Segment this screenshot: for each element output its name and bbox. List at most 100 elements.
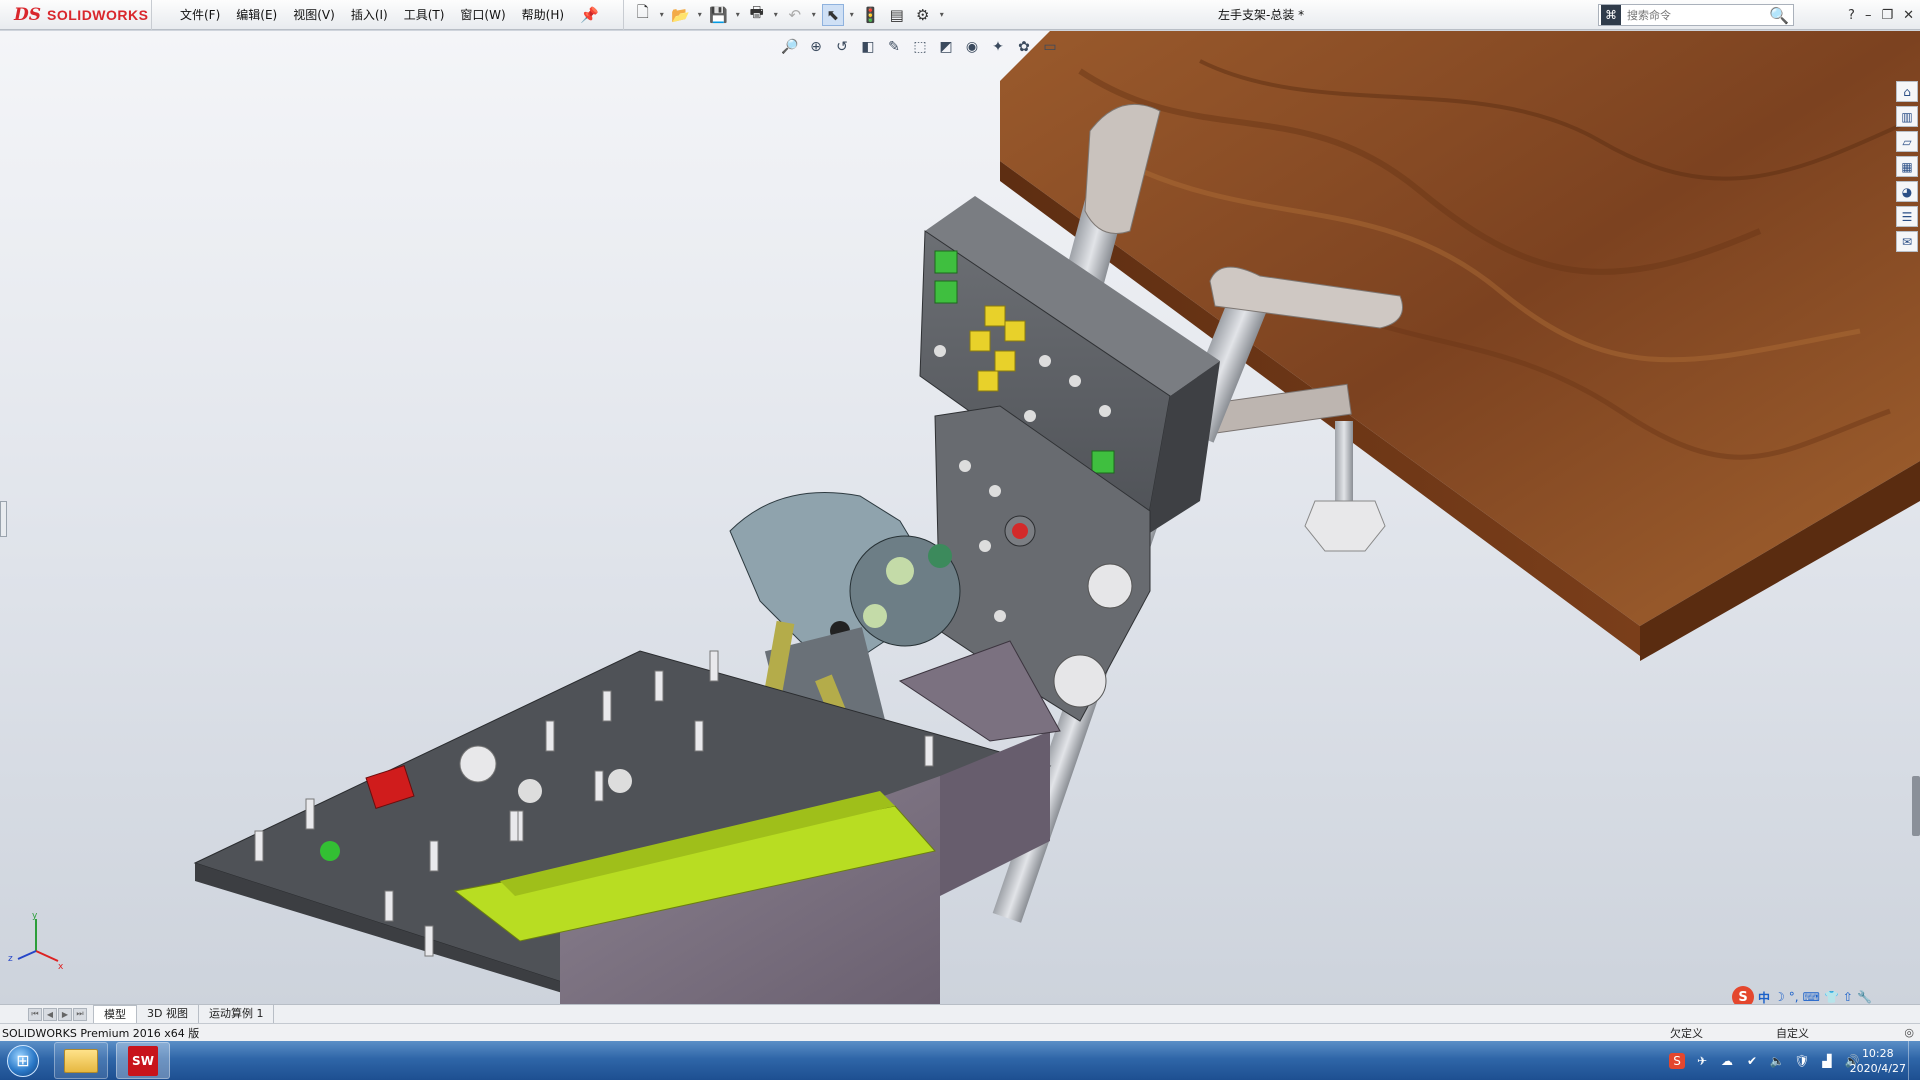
feature-manager-expand-handle[interactable] xyxy=(0,501,7,537)
title-bar: DS SOLIDWORKS 文件(F) 编辑(E) 视图(V) 插入(I) 工具… xyxy=(0,0,1920,30)
ime-punctuation-icon[interactable]: °, xyxy=(1789,990,1799,1004)
select-icon[interactable]: ⬉ xyxy=(821,3,844,26)
command-search-icon[interactable]: ⌘ xyxy=(1601,5,1621,25)
ime-upload-icon[interactable]: ⇧ xyxy=(1843,990,1853,1004)
menu-edit[interactable]: 编辑(E) xyxy=(228,0,285,30)
new-dropdown-icon[interactable]: ▾ xyxy=(658,10,666,19)
hide-show-icon[interactable]: ◉ xyxy=(962,37,982,57)
tab-model[interactable]: 模型 xyxy=(93,1005,137,1023)
status-help-icon[interactable]: ◎ xyxy=(1904,1026,1914,1039)
search-icon[interactable]: 🔍 xyxy=(1769,6,1789,25)
folder-icon xyxy=(64,1048,98,1073)
design-library-icon[interactable]: ▥ xyxy=(1896,106,1918,127)
solidworks-logo[interactable]: DS SOLIDWORKS xyxy=(0,0,152,30)
heads-up-view-toolbar: 🔎 ⊕ ↺ ◧ ✎ ⬚ ◩ ◉ ✦ ✿ ▭ xyxy=(780,37,1060,57)
ime-moon-icon[interactable]: ☽ xyxy=(1774,990,1785,1004)
prev-tab-arrow-icon[interactable]: ◀ xyxy=(43,1007,57,1021)
file-properties-icon[interactable]: ▤ xyxy=(886,4,908,26)
graphics-area[interactable]: 🔎 ⊕ ↺ ◧ ✎ ⬚ ◩ ◉ ✦ ✿ ▭ ⌂ ▥ ▱ ▦ ◕ ☰ ✉ y x … xyxy=(0,31,1920,1006)
restore-button[interactable]: ❐ xyxy=(1881,8,1893,23)
undo-dropdown-icon[interactable]: ▾ xyxy=(810,10,818,19)
section-view-icon[interactable]: ◧ xyxy=(858,37,878,57)
last-tab-arrow-icon[interactable]: ⏭ xyxy=(73,1007,87,1021)
document-title: 左手支架-总装 * xyxy=(1218,8,1305,22)
open-dropdown-icon[interactable]: ▾ xyxy=(696,10,704,19)
dynamic-annotation-icon[interactable]: ✎ xyxy=(884,37,904,57)
show-desktop-button[interactable] xyxy=(1908,1041,1920,1080)
previous-view-icon[interactable]: ↺ xyxy=(832,37,852,57)
lower-console[interactable] xyxy=(193,650,1052,1006)
network-icon[interactable]: ▟ xyxy=(1819,1053,1835,1069)
menu-tools[interactable]: 工具(T) xyxy=(396,0,453,30)
ime-tools-icon[interactable]: 🔧 xyxy=(1857,990,1872,1004)
options-dropdown-icon[interactable]: ▾ xyxy=(938,10,946,19)
unit-system-selector[interactable]: 自定义 xyxy=(1776,1025,1809,1041)
triad-y-label: y xyxy=(32,911,38,921)
edit-appearance-icon[interactable]: ✦ xyxy=(988,37,1008,57)
clock-date: 2020/4/27 xyxy=(1849,1061,1906,1075)
view-orientation-icon[interactable]: ⬚ xyxy=(910,37,930,57)
menu-window[interactable]: 窗口(W) xyxy=(452,0,513,30)
ime-mode-toggle[interactable]: 中 xyxy=(1758,989,1770,1006)
view-palette-icon[interactable]: ▦ xyxy=(1896,156,1918,177)
security-shield-icon[interactable]: 🛡 xyxy=(1794,1053,1810,1069)
taskbar-clock[interactable]: 10:28 2020/4/27 xyxy=(1850,1041,1906,1080)
definition-status: 欠定义 xyxy=(1670,1026,1703,1040)
cloud-icon[interactable]: ☁ xyxy=(1719,1053,1735,1069)
menu-help[interactable]: 帮助(H) xyxy=(514,0,572,30)
clock-time: 10:28 xyxy=(1861,1046,1894,1060)
minimize-button[interactable]: – xyxy=(1865,8,1872,23)
menu-view[interactable]: 视图(V) xyxy=(285,0,343,30)
select-dropdown-icon[interactable]: ▾ xyxy=(848,10,856,19)
search-command-box[interactable]: ⌘ 🔍 xyxy=(1598,4,1794,26)
solidworks-app-icon: SW xyxy=(128,1045,158,1076)
save-dropdown-icon[interactable]: ▾ xyxy=(734,10,742,19)
quick-access-toolbar: 🗋 ▾ 📂 ▾ 💾 ▾ 🖶 ▾ ↶ ▾ ⬉ ▾ 🚦 ▤ ⚙ ▾ xyxy=(622,0,946,30)
tab-motion-study[interactable]: 运动算例 1 xyxy=(199,1005,275,1023)
volume-icon[interactable]: 🔈 xyxy=(1769,1053,1785,1069)
options-icon[interactable]: ⚙ xyxy=(912,4,934,26)
zoom-to-fit-icon[interactable]: 🔎 xyxy=(780,37,800,57)
new-icon[interactable]: 🗋 xyxy=(632,3,654,26)
print-icon[interactable]: 🖶 xyxy=(746,3,768,26)
help-button[interactable]: ? xyxy=(1848,8,1855,23)
search-input[interactable] xyxy=(1627,8,1757,22)
print-dropdown-icon[interactable]: ▾ xyxy=(772,10,780,19)
sogou-tray-icon[interactable]: S xyxy=(1669,1052,1685,1069)
menu-file[interactable]: 文件(F) xyxy=(172,0,228,30)
taskbar-file-explorer[interactable] xyxy=(54,1042,108,1079)
first-tab-arrow-icon[interactable]: ⏮ xyxy=(28,1007,42,1021)
ime-keyboard-icon[interactable]: ⌨ xyxy=(1803,990,1820,1004)
product-version-label: SOLIDWORKS Premium 2016 x64 版 xyxy=(2,1026,200,1040)
file-explorer-icon[interactable]: ▱ xyxy=(1896,131,1918,152)
save-icon[interactable]: 💾 xyxy=(708,4,730,26)
display-style-icon[interactable]: ◩ xyxy=(936,37,956,57)
forum-icon[interactable]: ✉ xyxy=(1896,231,1918,252)
view-settings-icon[interactable]: ▭ xyxy=(1040,37,1060,57)
tab-3d-view[interactable]: 3D 视图 xyxy=(137,1005,199,1023)
open-icon[interactable]: 📂 xyxy=(670,4,692,26)
triad-x-label: x xyxy=(58,962,64,971)
bottom-tab-bar: ⏮ ◀ ▶ ⏭ 模型 3D 视图 运动算例 1 xyxy=(0,1004,1920,1023)
zoom-area-icon[interactable]: ⊕ xyxy=(806,37,826,57)
appearances-icon[interactable]: ◕ xyxy=(1896,181,1918,202)
rebuild-icon[interactable]: 🚦 xyxy=(860,4,882,26)
ds-logo-mark: DS xyxy=(14,4,42,25)
pin-menu-icon[interactable]: 📌 xyxy=(580,6,599,24)
start-button[interactable]: ⊞ xyxy=(0,1041,46,1080)
task-pane-tabs: ⌂ ▥ ▱ ▦ ◕ ☰ ✉ xyxy=(1896,81,1918,252)
tray-app-icon[interactable]: ✈ xyxy=(1694,1053,1710,1069)
assembly-model-render[interactable] xyxy=(0,31,1920,1006)
close-button[interactable]: ✕ xyxy=(1903,8,1914,23)
tray-status-icon[interactable]: ✔ xyxy=(1744,1053,1760,1069)
ime-skin-icon[interactable]: 👕 xyxy=(1824,990,1839,1004)
apply-scene-icon[interactable]: ✿ xyxy=(1014,37,1034,57)
undo-icon[interactable]: ↶ xyxy=(784,4,806,26)
home-icon[interactable]: ⌂ xyxy=(1896,81,1918,102)
menu-insert[interactable]: 插入(I) xyxy=(343,0,396,30)
task-pane-collapse-handle[interactable] xyxy=(1912,776,1920,836)
next-tab-arrow-icon[interactable]: ▶ xyxy=(58,1007,72,1021)
custom-properties-icon[interactable]: ☰ xyxy=(1896,206,1918,227)
windows-logo-icon: ⊞ xyxy=(7,1044,39,1077)
taskbar-solidworks[interactable]: SW xyxy=(116,1042,170,1079)
